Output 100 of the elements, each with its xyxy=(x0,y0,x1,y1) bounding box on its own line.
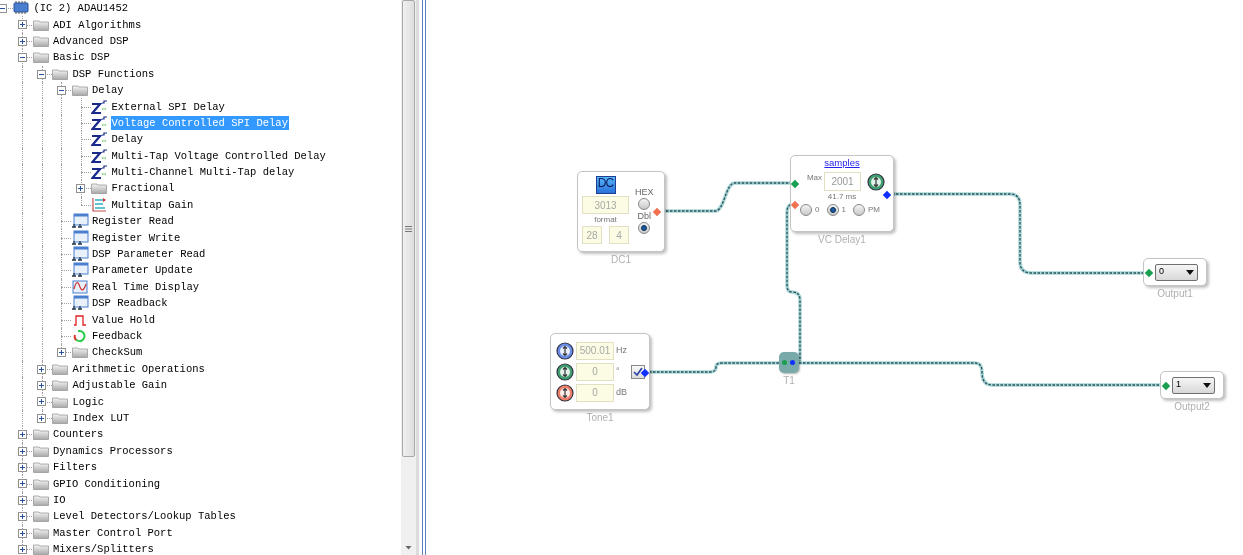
expand-toggle[interactable] xyxy=(17,430,27,440)
value-dropdown[interactable]: 1 xyxy=(1172,376,1215,394)
collapse-toggle[interactable] xyxy=(37,69,46,79)
collapse-toggle[interactable] xyxy=(56,85,66,95)
output-pin[interactable] xyxy=(882,190,892,200)
tree-item[interactable]: (IC 2) ADAU1452 xyxy=(32,1,129,16)
knob-icon[interactable] xyxy=(556,341,574,360)
output-pin[interactable] xyxy=(640,368,650,378)
tree-item[interactable]: Advanced DSP xyxy=(52,33,130,48)
time-readout: 41.7 ms xyxy=(827,191,857,203)
expand-toggle[interactable] xyxy=(37,413,46,423)
tree-item[interactable]: Index LUT xyxy=(71,410,131,425)
expand-toggle[interactable] xyxy=(37,381,46,390)
block-label: Output1 xyxy=(1157,287,1193,301)
dc-block[interactable]: DC 3013 format 28 4 HEX Dbl xyxy=(577,171,665,252)
radio-button[interactable] xyxy=(638,222,651,234)
delay-block[interactable]: samples Max 2001 41.7 ms 0 1 PM xyxy=(790,155,894,232)
input-pin[interactable] xyxy=(790,179,800,189)
unit-label: Hz xyxy=(616,343,628,357)
tree-item[interactable]: Multitap Gain xyxy=(110,197,195,212)
input-pin[interactable] xyxy=(782,360,787,365)
tree-item[interactable]: Feedback xyxy=(91,329,144,343)
block-label: T1 xyxy=(783,374,795,388)
chip-icon xyxy=(12,1,30,16)
tree-item[interactable]: Adjustable Gain xyxy=(71,378,168,393)
tree-item[interactable]: Parameter Update xyxy=(91,263,194,278)
radio-button[interactable] xyxy=(826,204,839,216)
tree-item[interactable]: DSP Functions xyxy=(71,66,156,81)
feedback-loop-icon xyxy=(72,329,87,343)
tree-item[interactable]: Delay xyxy=(91,83,125,98)
output-block[interactable]: 1 xyxy=(1160,371,1224,399)
tree-item[interactable]: Master Control Port xyxy=(52,525,174,540)
block-label: VC Delay1 xyxy=(818,233,866,247)
tree-item[interactable]: Counters xyxy=(52,427,105,442)
arrows-icon xyxy=(91,197,107,213)
tree-item[interactable]: Fractional xyxy=(110,181,176,196)
tree-item[interactable]: Mixers/Splitters xyxy=(52,542,155,555)
expand-toggle[interactable] xyxy=(37,397,46,407)
input-pin[interactable] xyxy=(1161,381,1171,391)
expand-toggle[interactable] xyxy=(17,446,27,456)
radio-button[interactable] xyxy=(800,204,813,216)
mode-label: 1 xyxy=(841,204,846,216)
tree-item[interactable]: Register Write xyxy=(91,230,182,245)
expand-toggle[interactable] xyxy=(17,36,27,46)
tree-item[interactable]: Arithmetic Operations xyxy=(71,361,206,376)
knob-icon[interactable] xyxy=(556,362,574,381)
scroll-thumb[interactable] xyxy=(402,0,415,457)
expand-toggle[interactable] xyxy=(17,544,27,554)
value-dropdown[interactable]: 0 xyxy=(1155,263,1198,281)
expand-toggle[interactable] xyxy=(56,348,66,358)
expand-toggle[interactable] xyxy=(17,462,27,472)
check-icon xyxy=(633,366,643,377)
dc-logo: DC xyxy=(595,176,616,194)
unit-label: dB xyxy=(616,385,628,399)
delay-icon xyxy=(90,99,108,114)
expand-toggle[interactable] xyxy=(17,20,27,30)
knob-icon[interactable] xyxy=(867,172,886,191)
tree-item[interactable]: GPIO Conditioning xyxy=(52,476,162,491)
tree-item[interactable]: Filters xyxy=(52,460,99,475)
tree-item[interactable]: ADI Algorithms xyxy=(52,17,143,32)
tone-block[interactable]: 500.01 Hz 0 ° 0 dB xyxy=(550,333,650,410)
expand-toggle[interactable] xyxy=(17,512,27,522)
output-block[interactable]: 0 xyxy=(1143,258,1207,286)
tree-item[interactable]: Dynamics Processors xyxy=(52,443,174,458)
tree-item[interactable]: Level Detectors/Lookup Tables xyxy=(52,509,237,524)
checkbox[interactable] xyxy=(631,364,645,379)
caret-icon xyxy=(1186,269,1194,275)
mode-label: PM xyxy=(867,204,880,216)
input-pin[interactable] xyxy=(1144,268,1154,278)
register-icon xyxy=(70,262,89,279)
tree-item[interactable]: DSP Readback xyxy=(91,296,169,311)
expand-toggle[interactable] xyxy=(17,528,27,538)
tee-block[interactable] xyxy=(779,352,799,373)
radio-button[interactable] xyxy=(638,198,651,210)
expand-toggle[interactable] xyxy=(76,184,85,194)
tree-item[interactable]: Multi-Tap Voltage Controlled Delay xyxy=(110,148,327,163)
tree-item[interactable]: Logic xyxy=(71,394,105,409)
collapse-toggle[interactable] xyxy=(0,4,7,13)
samples-link[interactable]: samples xyxy=(824,157,860,169)
tree-item[interactable]: Value Hold xyxy=(91,312,156,327)
knob-icon[interactable] xyxy=(556,383,574,402)
expand-toggle[interactable] xyxy=(17,495,27,505)
tree-item[interactable]: CheckSum xyxy=(91,345,144,360)
tree-item[interactable]: Multi-Channel Multi-Tap delay xyxy=(110,165,296,180)
input-pin[interactable] xyxy=(790,200,800,210)
block-label: Tone1 xyxy=(586,411,614,425)
tree-item[interactable]: IO xyxy=(52,492,67,507)
dbl-label: Dbl xyxy=(637,211,651,221)
expand-toggle[interactable] xyxy=(37,364,46,374)
tree-item[interactable]: Basic DSP xyxy=(52,50,111,65)
tree-item[interactable]: Register Read xyxy=(91,214,175,229)
tree-item[interactable]: Real Time Display xyxy=(91,279,201,294)
tree-item[interactable]: DSP Parameter Read xyxy=(91,247,207,262)
tree-item[interactable]: Delay xyxy=(110,132,144,147)
grip-icon xyxy=(405,225,412,232)
scrollbar[interactable] xyxy=(401,0,416,555)
collapse-toggle[interactable] xyxy=(17,53,27,63)
radio-button[interactable] xyxy=(852,204,865,216)
tree-item[interactable]: External SPI Delay xyxy=(110,99,226,114)
expand-toggle[interactable] xyxy=(17,479,27,489)
